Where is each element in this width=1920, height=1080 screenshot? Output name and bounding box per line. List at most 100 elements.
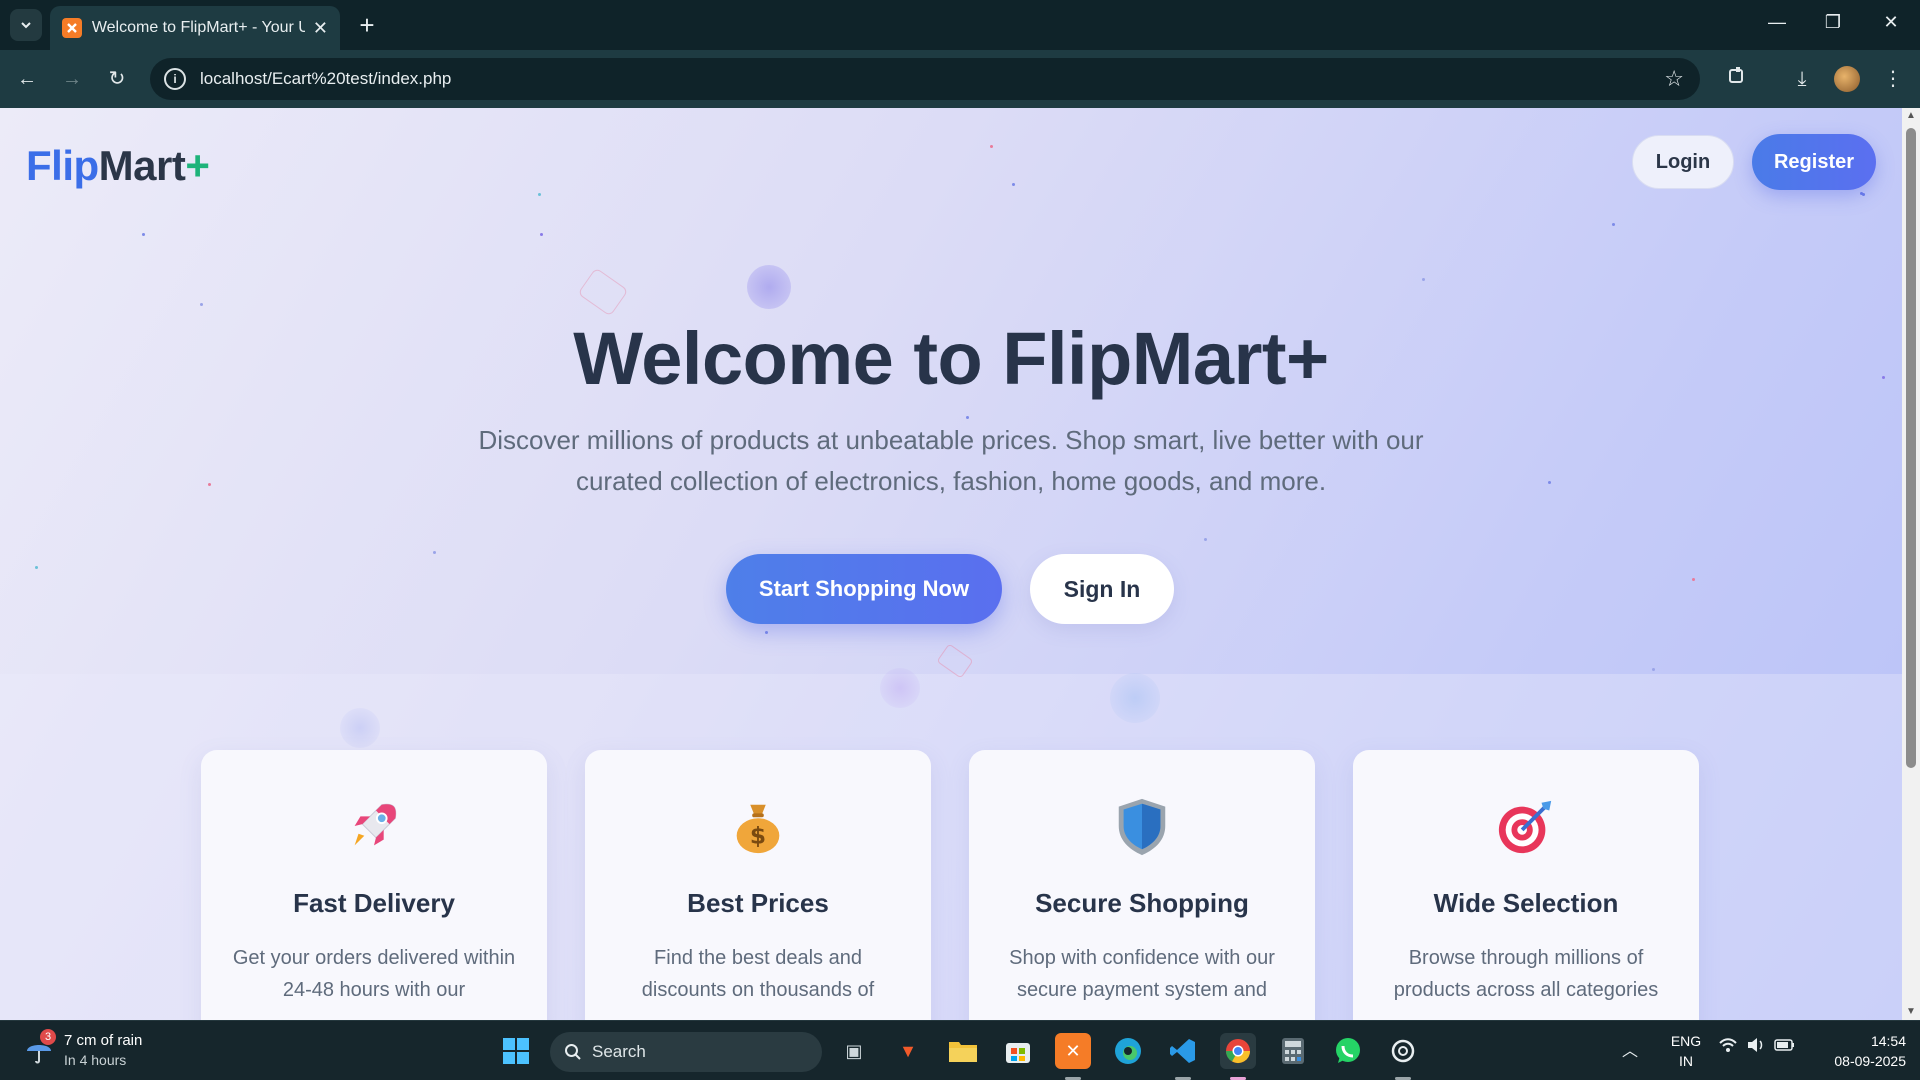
particle-dot: [966, 416, 969, 419]
particle-dot: [1652, 668, 1655, 671]
scrollbar-thumb[interactable]: [1906, 128, 1916, 768]
register-button[interactable]: Register: [1752, 134, 1876, 190]
logo-plus: +: [185, 142, 210, 189]
sign-in-button[interactable]: Sign In: [1030, 554, 1174, 624]
new-tab-button[interactable]: +: [352, 10, 382, 40]
xampp-icon[interactable]: ✕: [1055, 1033, 1091, 1069]
start-menu-icon[interactable]: [498, 1033, 534, 1069]
feature-title: Secure Shopping: [1035, 888, 1249, 918]
clock-time: 14:54: [1870, 1033, 1906, 1049]
weather-badge: 3: [40, 1029, 56, 1045]
address-bar[interactable]: i localhost/Ecart%20test/index.php ☆: [150, 58, 1700, 100]
close-window-icon[interactable]: ✕: [1876, 12, 1906, 33]
microsoft-store-icon[interactable]: [1000, 1033, 1036, 1069]
minimize-icon[interactable]: —: [1762, 12, 1792, 33]
particle-dot: [1692, 578, 1695, 581]
page-viewport: FlipMart+ Login Register Welcome to Flip…: [0, 108, 1902, 1020]
particle-dot: [1862, 193, 1865, 196]
bookmark-star-icon[interactable]: ☆: [1664, 66, 1684, 92]
logo-mart: Mart: [98, 142, 186, 189]
more-menu-icon[interactable]: ⋮: [1878, 64, 1908, 94]
weather-sub-text[interactable]: In 4 hours: [64, 1052, 126, 1068]
search-label: Search: [592, 1042, 646, 1061]
whatsapp-icon[interactable]: [1330, 1033, 1366, 1069]
feature-title: Wide Selection: [1433, 888, 1619, 918]
chevron-down-icon: [21, 22, 31, 29]
chatgpt-icon[interactable]: [1385, 1033, 1421, 1069]
particle-dot: [1012, 183, 1015, 186]
decorative-sphere: [747, 265, 791, 309]
login-button[interactable]: Login: [1632, 135, 1734, 189]
decorative-glow: [880, 668, 920, 708]
download-icon[interactable]: ⤓: [1787, 64, 1817, 94]
tab-close-icon[interactable]: ✕: [313, 18, 328, 39]
particle-dot: [1548, 481, 1551, 484]
particle-dot: [990, 145, 993, 148]
file-explorer-icon[interactable]: [945, 1033, 981, 1069]
calculator-icon[interactable]: [1275, 1033, 1311, 1069]
chrome-icon[interactable]: [1220, 1033, 1256, 1069]
extensions-icon[interactable]: [1722, 64, 1752, 94]
page-scrollbar[interactable]: ▲ ▼: [1902, 108, 1920, 1020]
feature-description: Get your orders delivered within 24-48 h…: [232, 947, 516, 1001]
feature-card-secure-shopping: Secure Shopping Shop with confidence wit…: [969, 750, 1315, 1020]
feature-description: Find the best deals and discounts on tho…: [641, 947, 875, 1001]
scroll-down-arrow[interactable]: ▼: [1906, 1006, 1916, 1017]
battery-icon[interactable]: [1774, 1037, 1796, 1058]
feature-title: Best Prices: [687, 888, 829, 918]
profile-avatar[interactable]: [1834, 66, 1860, 92]
feature-description: Shop with confidence with our secure pay…: [1009, 947, 1275, 1001]
particle-dot: [433, 551, 436, 554]
browser-tab-bar: Welcome to FlipMart+ - Your U ✕ + — ❐ ✕: [0, 0, 1920, 50]
edge-browser-icon[interactable]: [1110, 1033, 1146, 1069]
search-icon: [565, 1044, 581, 1060]
task-view-icon[interactable]: ▣: [836, 1033, 872, 1069]
feature-description: Browse through millions of products acro…: [1393, 947, 1659, 1001]
scroll-up-arrow[interactable]: ▲: [1906, 110, 1916, 121]
particle-dot: [765, 631, 768, 634]
feature-card-wide-selection: Wide Selection Browse through millions o…: [1353, 750, 1699, 1020]
tab-search-button[interactable]: [10, 9, 42, 41]
particle-dot: [142, 233, 145, 236]
back-icon[interactable]: ←: [12, 64, 42, 94]
tab-title: Welcome to FlipMart+ - Your U: [91, 19, 305, 36]
decorative-diamond: [577, 267, 629, 317]
hero-title: Welcome to FlipMart+: [573, 317, 1329, 400]
browser-toolbar: ← → ↻ i localhost/Ecart%20test/index.php…: [0, 50, 1920, 108]
particle-dot: [200, 303, 203, 306]
url-text[interactable]: localhost/Ecart%20test/index.php: [200, 69, 451, 89]
wifi-icon[interactable]: [1718, 1037, 1738, 1058]
particle-dot: [538, 193, 541, 196]
restore-icon[interactable]: ❐: [1818, 12, 1848, 33]
start-shopping-button[interactable]: Start Shopping Now: [726, 554, 1002, 624]
site-logo[interactable]: FlipMart+: [26, 142, 210, 190]
forward-icon[interactable]: →: [57, 64, 87, 94]
feature-card-fast-delivery: Fast Delivery Get your orders delivered …: [201, 750, 547, 1020]
target-icon: [1353, 796, 1699, 856]
particle-dot: [1204, 538, 1207, 541]
site-info-icon[interactable]: i: [164, 68, 186, 90]
particle-dot: [1422, 278, 1425, 281]
language-region: IN: [1679, 1053, 1693, 1069]
particle-dot: [1612, 223, 1615, 226]
reload-icon[interactable]: ↻: [102, 64, 132, 94]
chevron-up-icon[interactable]: ︿: [1622, 1037, 1638, 1061]
svg-text:$: $: [750, 822, 766, 849]
browser-tab-active[interactable]: Welcome to FlipMart+ - Your U ✕: [50, 6, 340, 50]
rocket-icon: [201, 796, 547, 856]
taskbar-search[interactable]: Search: [550, 1032, 822, 1072]
brave-browser-icon[interactable]: ▼: [890, 1033, 926, 1069]
hero-subtitle: Discover millions of products at unbeata…: [478, 425, 1424, 496]
feature-card-best-prices: $ Best Prices Find the best deals and di…: [585, 750, 931, 1020]
money-bag-icon: $: [585, 796, 931, 856]
system-clock[interactable]: 14:54 08-09-2025: [1810, 1031, 1906, 1071]
volume-icon[interactable]: [1746, 1037, 1766, 1058]
vscode-icon[interactable]: [1165, 1033, 1201, 1069]
shield-icon: [969, 796, 1315, 856]
clock-date: 08-09-2025: [1834, 1053, 1906, 1069]
language-indicator[interactable]: ENG IN: [1666, 1031, 1706, 1071]
feature-title: Fast Delivery: [293, 888, 455, 918]
xampp-favicon-icon: [62, 18, 82, 38]
windows-taskbar: 3 7 cm of rain In 4 hours Search ▣ ▼ ✕ ︿…: [0, 1020, 1920, 1080]
weather-main-text[interactable]: 7 cm of rain: [64, 1032, 142, 1049]
